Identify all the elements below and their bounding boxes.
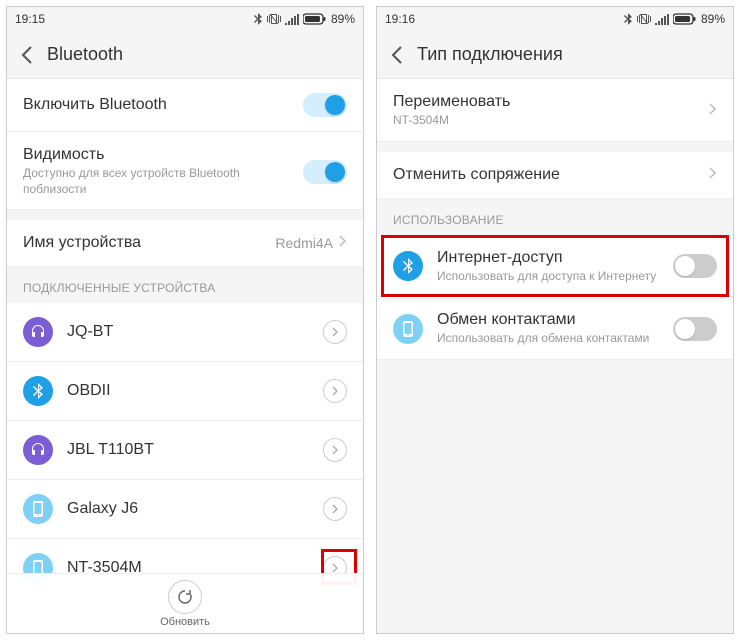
headset-icon xyxy=(23,435,53,465)
device-name-value: Redmi4A xyxy=(275,235,333,251)
headset-icon xyxy=(23,317,53,347)
row-unpair[interactable]: Отменить сопряжение xyxy=(377,152,733,199)
phone-device-icon xyxy=(23,494,53,524)
titlebar: Тип подключения xyxy=(377,31,733,79)
refresh-button[interactable]: Обновить xyxy=(7,573,363,633)
bluetooth-icon xyxy=(253,13,263,25)
device-detail-button[interactable] xyxy=(323,497,347,521)
content: Переименовать NT-3504M Отменить сопряжен… xyxy=(377,79,733,633)
statusbar: 19:16 89% xyxy=(377,7,733,31)
page-title: Bluetooth xyxy=(47,44,123,65)
bluetooth-icon xyxy=(393,251,423,281)
page-title: Тип подключения xyxy=(417,44,563,65)
row-title: Интернет-доступ xyxy=(437,249,673,267)
toggle-internet-access[interactable] xyxy=(673,254,717,278)
row-internet-access[interactable]: Интернет-доступ Использовать для доступа… xyxy=(377,235,733,298)
device-row[interactable]: Galaxy J6 xyxy=(7,480,363,539)
statusbar: 19:15 89% xyxy=(7,7,363,31)
battery-icon xyxy=(303,13,327,25)
row-title: Переименовать xyxy=(393,93,709,111)
row-contact-sharing[interactable]: Обмен контактами Использовать для обмена… xyxy=(377,297,733,360)
section-connected-devices: ПОДКЛЮЧЕННЫЕ УСТРОЙСТВА xyxy=(7,267,363,303)
device-row[interactable]: JQ-BT xyxy=(7,303,363,362)
device-name: Galaxy J6 xyxy=(67,500,323,518)
toggle-visibility[interactable] xyxy=(303,160,347,184)
row-sub: Использовать для обмена контактами xyxy=(437,331,673,347)
phone-left: 19:15 89% Bluetooth Включить Bluetooth В… xyxy=(6,6,364,634)
row-rename[interactable]: Переименовать NT-3504M xyxy=(377,79,733,142)
content: Включить Bluetooth Видимость Доступно дл… xyxy=(7,79,363,633)
section-usage: ИСПОЛЬЗОВАНИЕ xyxy=(377,199,733,235)
row-title: Отменить сопряжение xyxy=(393,166,709,184)
device-detail-button[interactable] xyxy=(323,438,347,462)
device-name: JQ-BT xyxy=(67,323,323,341)
row-title: Видимость xyxy=(23,146,303,164)
device-name: JBL T110BT xyxy=(67,441,323,459)
vibrate-icon xyxy=(267,13,281,25)
status-icons: 89% xyxy=(623,12,725,26)
back-button[interactable] xyxy=(15,43,39,67)
battery-percent: 89% xyxy=(701,12,725,26)
bluetooth-device-icon xyxy=(23,376,53,406)
toggle-contact-sharing[interactable] xyxy=(673,317,717,341)
row-sub: Доступно для всех устройств Bluetooth по… xyxy=(23,166,303,197)
device-row[interactable]: JBL T110BT xyxy=(7,421,363,480)
chevron-right-icon xyxy=(709,102,717,120)
device-detail-button[interactable] xyxy=(323,379,347,403)
battery-percent: 89% xyxy=(331,12,355,26)
device-detail-button[interactable] xyxy=(323,320,347,344)
row-sub: NT-3504M xyxy=(393,113,709,129)
titlebar: Bluetooth xyxy=(7,31,363,79)
row-title: Включить Bluetooth xyxy=(23,96,303,114)
row-sub: Использовать для доступа к Интернету xyxy=(437,269,673,285)
phone-right: 19:16 89% Тип подключения Переименовать … xyxy=(376,6,734,634)
row-visibility[interactable]: Видимость Доступно для всех устройств Bl… xyxy=(7,132,363,210)
toggle-enable-bluetooth[interactable] xyxy=(303,93,347,117)
bluetooth-icon xyxy=(623,13,633,25)
phone-device-icon xyxy=(393,314,423,344)
signal-icon xyxy=(655,14,669,25)
back-button[interactable] xyxy=(385,43,409,67)
signal-icon xyxy=(285,14,299,25)
chevron-right-icon xyxy=(709,166,717,184)
row-device-name[interactable]: Имя устройства Redmi4A xyxy=(7,220,363,267)
refresh-label: Обновить xyxy=(160,616,210,628)
device-name: OBDII xyxy=(67,382,323,400)
status-time: 19:15 xyxy=(15,12,45,26)
vibrate-icon xyxy=(637,13,651,25)
status-time: 19:16 xyxy=(385,12,415,26)
status-icons: 89% xyxy=(253,12,355,26)
row-title: Имя устройства xyxy=(23,234,275,252)
row-enable-bluetooth[interactable]: Включить Bluetooth xyxy=(7,79,363,132)
device-row[interactable]: OBDII xyxy=(7,362,363,421)
refresh-icon xyxy=(168,580,202,614)
chevron-right-icon xyxy=(339,234,347,252)
row-title: Обмен контактами xyxy=(437,311,673,329)
battery-icon xyxy=(673,13,697,25)
